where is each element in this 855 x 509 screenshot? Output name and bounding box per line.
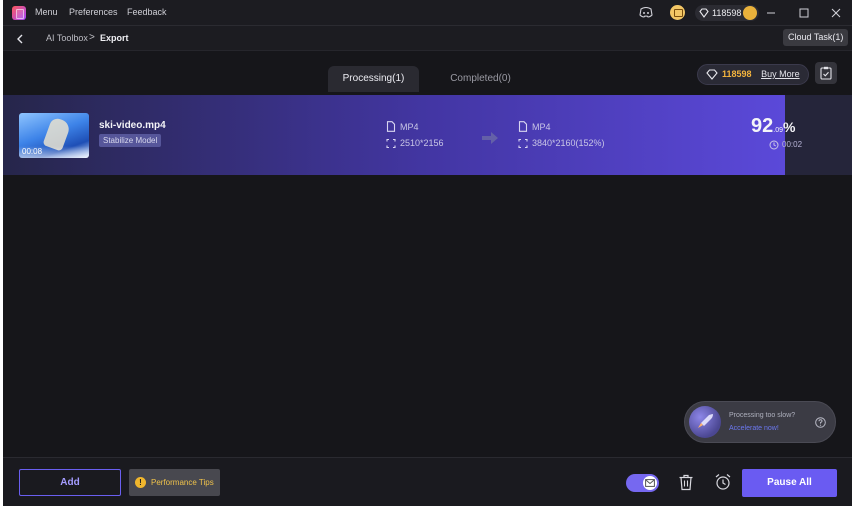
video-thumbnail: 00:08	[19, 113, 89, 158]
title-bar: Menu Preferences Feedback 118598	[3, 0, 852, 26]
tab-completed[interactable]: Completed(0)	[435, 66, 526, 92]
source-resolution: 2510*2156	[400, 138, 444, 148]
breadcrumb-ai-toolbox[interactable]: AI Toolbox	[46, 33, 88, 43]
model-badge: Stabilize Model	[99, 134, 162, 147]
file-icon	[518, 121, 528, 132]
output-format: MP4	[532, 122, 551, 132]
tab-processing[interactable]: Processing(1)	[328, 66, 419, 92]
progress-decimal: .09	[773, 127, 783, 134]
breadcrumb-export: Export	[100, 33, 129, 43]
discord-icon[interactable]	[639, 7, 653, 18]
output-resolution: 3840*2160(152%)	[532, 138, 605, 148]
source-format: MP4	[400, 122, 419, 132]
breadcrumb: AI Toolbox > Export Cloud Task(1)	[3, 26, 852, 51]
help-icon[interactable]	[815, 417, 826, 428]
resolution-icon	[518, 138, 528, 149]
menu-preferences[interactable]: Preferences	[69, 7, 118, 17]
avatar-icon[interactable]	[743, 6, 758, 20]
menu-feedback[interactable]: Feedback	[127, 7, 167, 17]
file-name: ski-video.mp4	[99, 120, 166, 131]
warning-icon: !	[135, 477, 146, 488]
accelerate-card[interactable]: Processing too slow? Accelerate now!	[684, 401, 836, 443]
time-remaining: 00:02	[782, 140, 803, 149]
file-icon	[386, 121, 396, 132]
performance-tips-label: Performance Tips	[151, 478, 214, 487]
back-arrow-icon[interactable]	[13, 32, 27, 46]
buy-more-link[interactable]: Buy More	[761, 69, 800, 79]
clipboard-icon	[820, 66, 832, 80]
credits-badge[interactable]: 118598	[695, 5, 760, 21]
trash-icon[interactable]	[678, 474, 694, 491]
progress-percentage: 92.09%	[751, 115, 795, 138]
alarm-clock-icon[interactable]	[714, 473, 732, 491]
mail-icon	[645, 479, 655, 487]
progress-percent-sign: %	[782, 119, 796, 135]
app-logo-icon	[12, 6, 26, 20]
thumbnail-duration: 00:08	[22, 147, 43, 156]
close-icon[interactable]	[829, 6, 843, 20]
clock-icon	[769, 140, 779, 150]
maximize-icon[interactable]	[797, 6, 811, 20]
buy-credits-count: 118598	[722, 69, 752, 79]
cloud-task-button[interactable]: Cloud Task(1)	[783, 29, 849, 46]
minimize-icon[interactable]	[764, 6, 778, 20]
toggle-knob	[643, 476, 657, 490]
performance-tips-button[interactable]: ! Performance Tips	[129, 469, 220, 496]
store-icon[interactable]	[670, 5, 685, 20]
accelerate-link[interactable]: Accelerate now!	[729, 425, 779, 432]
email-notification-toggle[interactable]	[626, 474, 659, 492]
diamond-icon	[699, 8, 709, 18]
pause-all-button[interactable]: Pause All	[742, 469, 837, 497]
arrow-right-icon	[482, 132, 498, 144]
progress-integer: 92	[751, 115, 774, 137]
task-list-button[interactable]	[815, 62, 837, 84]
breadcrumb-separator: >	[89, 32, 95, 43]
buy-credits-pill: 118598 Buy More	[697, 64, 809, 85]
bottom-bar: Add ! Performance Tips Pause All	[3, 457, 852, 506]
accelerate-title: Processing too slow?	[729, 412, 796, 419]
resolution-icon	[386, 138, 396, 149]
credits-count: 118598	[712, 8, 742, 18]
app-window: Menu Preferences Feedback 118598 AI Tool…	[3, 0, 852, 506]
task-row[interactable]: 00:08 ski-video.mp4 Stabilize Model	[3, 95, 852, 175]
rocket-icon	[689, 406, 721, 438]
add-button[interactable]: Add	[19, 469, 121, 496]
diamond-icon	[706, 69, 718, 80]
menu-menu[interactable]: Menu	[35, 7, 58, 17]
